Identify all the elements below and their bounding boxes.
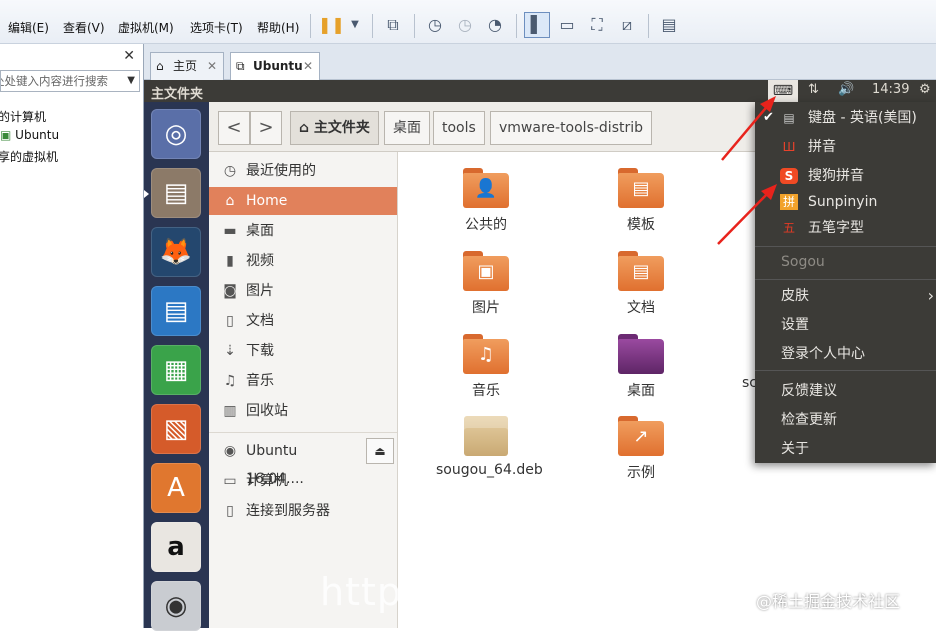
- annotation-arrows: [717, 96, 777, 245]
- red-arrow-1: [721, 96, 776, 161]
- red-arrow-2: [717, 184, 777, 245]
- watermark: @稀土掘金技术社区: [756, 592, 901, 611]
- faint-overlay-text: https: [320, 570, 423, 614]
